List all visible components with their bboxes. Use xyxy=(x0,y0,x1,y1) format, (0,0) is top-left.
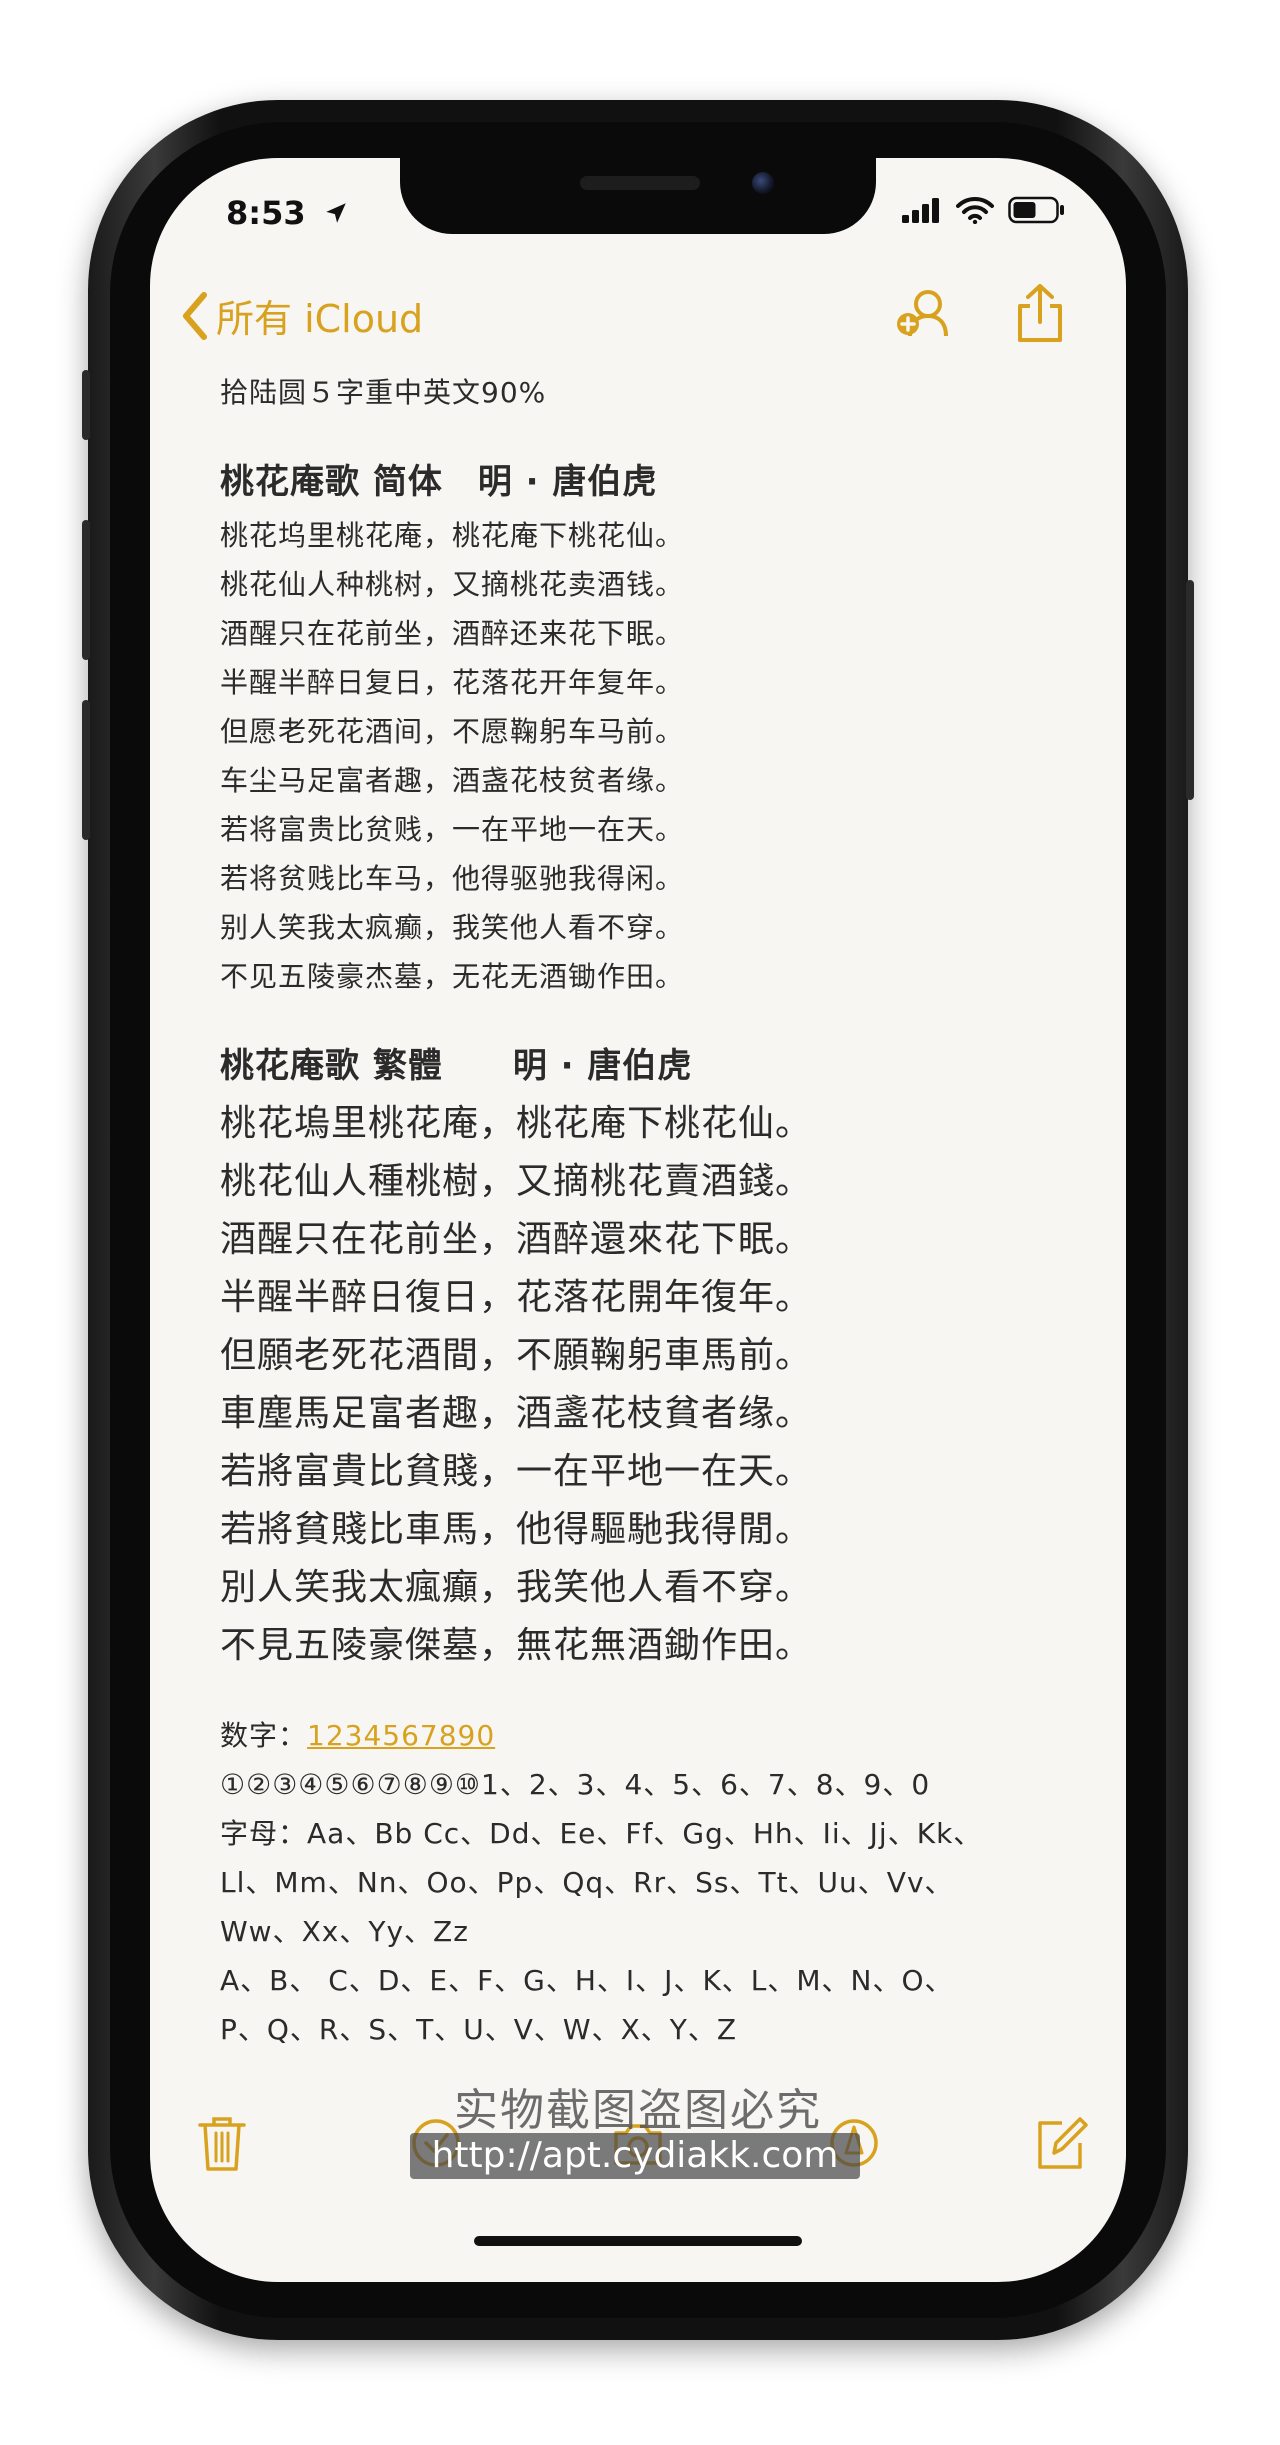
letters-lines: 字母：Aa、Bb Cc、Dd、Ee、Ff、Gg、Hh、Ii、Jj、Kk、 Ll、M… xyxy=(220,1809,1080,2054)
poem-line: 但愿老死花酒间，不愿鞠躬车马前。 xyxy=(220,715,685,748)
poem-line: 半醒半醉日復日，花落花開年復年。 xyxy=(220,1277,813,1318)
phone-frame: 8:53 所有 iCloud 拾陆圆５字重中英文90% 桃花庵歌 简体 明 · … xyxy=(82,100,1194,2340)
poem-line: 酒醒只在花前坐，酒醉還來花下眠。 xyxy=(220,1219,813,1260)
letters-line: P、Q、R、S、T、U、V、W、X、Y、Z xyxy=(220,2013,738,2046)
note-body[interactable]: 拾陆圆５字重中英文90% 桃花庵歌 简体 明 · 唐伯虎 桃花坞里桃花庵，桃花庵… xyxy=(220,368,1080,2054)
poem-line: 桃花仙人種桃樹，又摘桃花賣酒錢。 xyxy=(220,1161,813,1202)
back-button[interactable]: 所有 iCloud xyxy=(180,288,423,343)
phone-number-link[interactable]: 1234567890 xyxy=(307,1719,495,1752)
poem-line: 别人笑我太疯癫，我笑他人看不穿。 xyxy=(220,911,685,944)
share-icon[interactable] xyxy=(1008,282,1072,346)
poem-line: 若將富貴比貧賤，一在平地一在天。 xyxy=(220,1451,813,1492)
poem-line: 車塵馬足富者趣，酒盞花枝貧者缘。 xyxy=(220,1393,813,1434)
add-person-share-icon[interactable] xyxy=(892,282,956,346)
back-button-label: 所有 iCloud xyxy=(216,297,424,341)
notes-screen: 8:53 所有 iCloud 拾陆圆５字重中英文90% 桃花庵歌 简体 明 · … xyxy=(150,158,1126,2282)
poem-line: 別人笑我太瘋癲，我笑他人看不穿。 xyxy=(220,1567,813,1608)
silent-switch xyxy=(82,370,90,440)
speaker-grille xyxy=(580,176,700,190)
poem-line: 不見五陵豪傑墓，無花無酒鋤作田。 xyxy=(220,1625,813,1666)
letters-line: A、B、 C、D、E、F、G、H、I、J、K、L、M、N、O、 xyxy=(220,1964,954,1997)
poem-line: 半醒半醉日复日，花落花开年复年。 xyxy=(220,666,685,699)
nav-bar: 所有 iCloud xyxy=(150,276,1126,356)
letters-line: Ww、Xx、Yy、Zz xyxy=(220,1915,469,1948)
chevron-left-icon xyxy=(183,291,207,340)
watermark-text: 实物截图盗图必究 xyxy=(454,2085,822,2136)
power-button xyxy=(1186,580,1194,800)
status-icons xyxy=(902,196,1066,224)
poem-line: 桃花仙人种桃树，又摘桃花卖酒钱。 xyxy=(220,568,685,601)
poem-simplified-title: 桃花庵歌 简体 明 · 唐伯虎 xyxy=(220,462,658,502)
cellular-signal-icon xyxy=(902,198,939,223)
home-indicator[interactable] xyxy=(474,2236,802,2246)
poem-line: 不见五陵豪杰墓，无花无酒锄作田。 xyxy=(220,960,685,993)
watermark-url: http://apt.cydiakk.com xyxy=(410,2133,860,2179)
poem-traditional-lines: 桃花塢里桃花庵，桃花庵下桃花仙。 桃花仙人種桃樹，又摘桃花賣酒錢。 酒醒只在花前坐，… xyxy=(220,1095,1080,1675)
poem-line: 桃花塢里桃花庵，桃花庵下桃花仙。 xyxy=(220,1103,813,1144)
letters-line: Ll、Mm、Nn、Oo、Pp、Qq、Rr、Ss、Tt、Uu、Vv、 xyxy=(220,1866,954,1899)
wifi-icon xyxy=(956,196,994,224)
volume-up-button xyxy=(82,520,90,660)
numbers-label: 数字： xyxy=(220,1719,308,1752)
poem-line: 但願老死花酒間，不願鞠躬車馬前。 xyxy=(220,1335,813,1376)
note-header-line: 拾陆圆５字重中英文90% xyxy=(220,376,547,409)
battery-icon xyxy=(1008,196,1064,224)
poem-traditional-title: 桃花庵歌 繁體 明 · 唐伯虎 xyxy=(220,1046,693,1086)
poem-line: 若将富贵比贫贱，一在平地一在天。 xyxy=(220,813,685,846)
poem-line: 车尘马足富者趣，酒盏花枝贫者缘。 xyxy=(220,764,685,797)
poem-line: 桃花坞里桃花庵，桃花庵下桃花仙。 xyxy=(220,519,685,552)
circled-numbers-line: ①②③④⑤⑥⑦⑧⑨⑩1、2、3、4、5、6、7、8、9、0 xyxy=(220,1768,931,1801)
status-time: 8:53 xyxy=(226,194,349,232)
notch xyxy=(400,158,876,234)
poem-line: 若將貧賤比車馬，他得驅馳我得閒。 xyxy=(220,1509,813,1550)
poem-line: 若将贫贱比车马，他得驱驰我得闲。 xyxy=(220,862,685,895)
location-arrow-icon xyxy=(325,203,346,223)
front-camera xyxy=(752,172,774,194)
letters-line: 字母：Aa、Bb Cc、Dd、Ee、Ff、Gg、Hh、Ii、Jj、Kk、 xyxy=(220,1817,983,1850)
numbers-line: 数字：1234567890 xyxy=(220,1711,1080,1760)
volume-down-button xyxy=(82,700,90,840)
poem-line: 酒醒只在花前坐，酒醉还来花下眠。 xyxy=(220,617,685,650)
poem-simplified-lines: 桃花坞里桃花庵，桃花庵下桃花仙。 桃花仙人种桃树，又摘桃花卖酒钱。 酒醒只在花前坐，… xyxy=(220,511,1080,1001)
